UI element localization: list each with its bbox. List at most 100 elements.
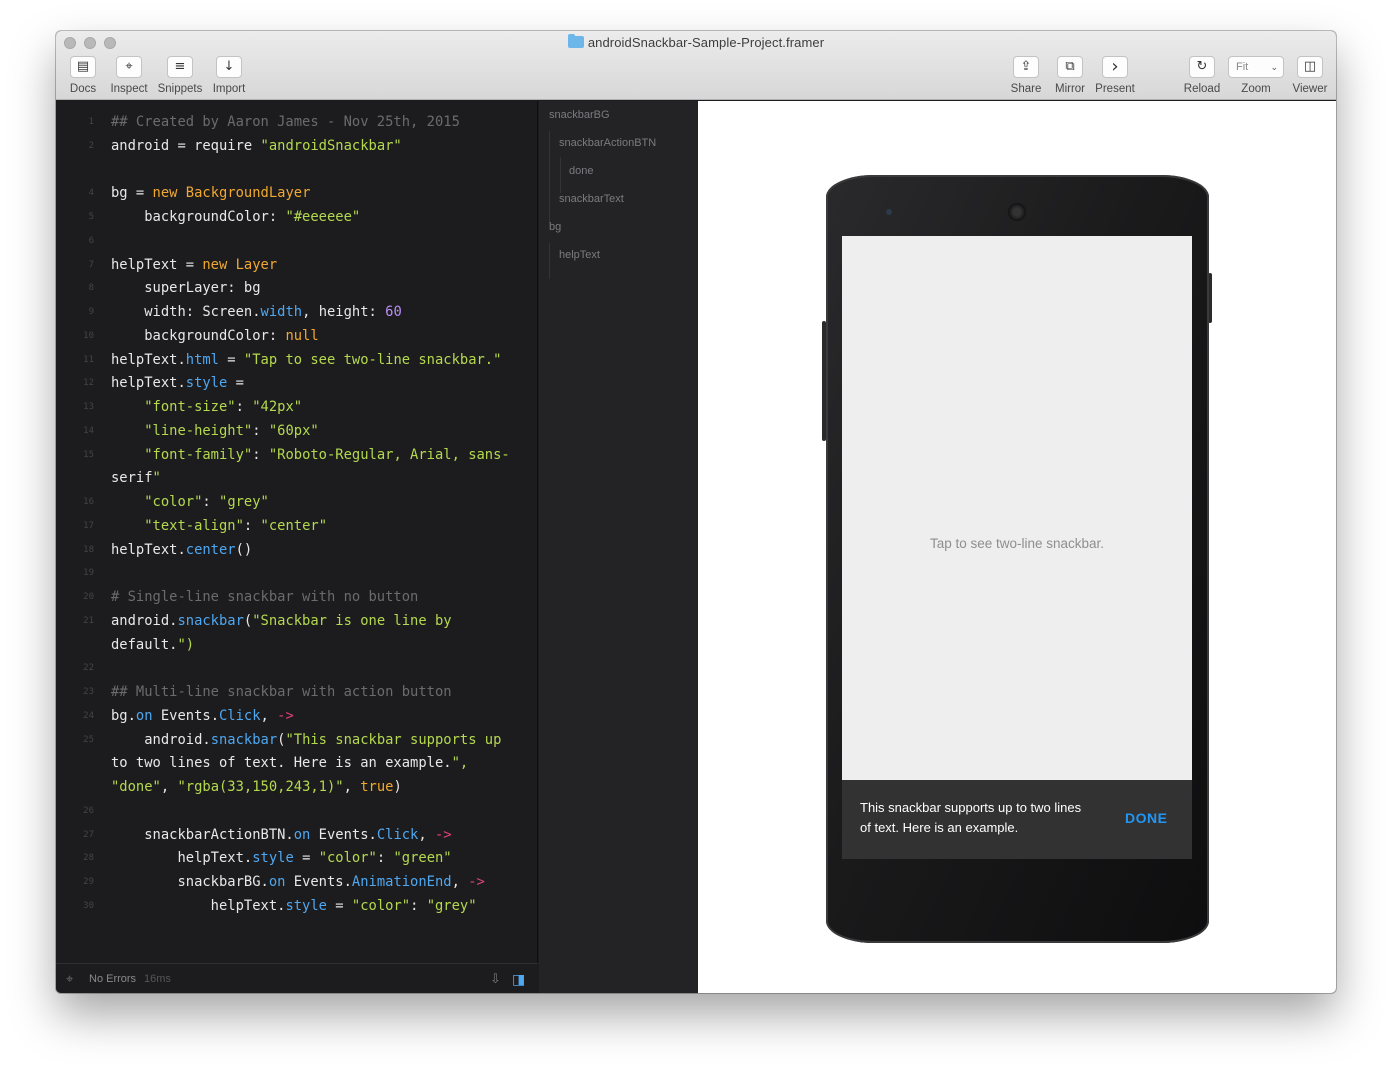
layer-item-done[interactable]: done	[569, 165, 593, 177]
line-number: 8	[88, 283, 94, 294]
code-line[interactable]: 14 "line-height": "60px"	[56, 419, 537, 443]
line-number: 15	[83, 449, 94, 460]
code-line[interactable]: 11 helpText.html = "Tap to see two-line s…	[56, 348, 537, 372]
line-number: 16	[83, 497, 94, 507]
code-text: ## Created by Aaron James - Nov 25th, 20…	[111, 114, 460, 130]
code-text: helpText.center()	[111, 541, 253, 558]
layer-item-snackbaractionbtn[interactable]: snackbarActionBTN	[559, 137, 656, 149]
code-line[interactable]: serif"	[56, 466, 537, 490]
code-line[interactable]: 2 android = require "androidSnackbar"	[56, 134, 537, 158]
reload-icon: ↻	[1189, 56, 1215, 78]
preview-canvas[interactable]: Tap to see two-line snackbar. This snack…	[698, 101, 1336, 993]
layer-tree-guide	[560, 157, 561, 193]
code-line[interactable]: to two lines of text. Here is an example…	[56, 751, 537, 775]
inspect-button[interactable]: ⌖ Inspect	[108, 56, 150, 95]
code-line[interactable]: 28 helpText.style = "color": "green"	[56, 846, 537, 870]
code-line[interactable]: 13 "font-size": "42px"	[56, 395, 537, 419]
share-label: Share	[1010, 83, 1042, 95]
code-line[interactable]: 26	[56, 799, 537, 823]
snackbar-done-button[interactable]: DONE	[1125, 810, 1167, 826]
code-line[interactable]: 6	[56, 229, 537, 253]
line-number: 19	[83, 568, 94, 579]
code-text: helpText = new Layer	[111, 256, 278, 273]
line-number: 13	[83, 402, 94, 412]
device-icon[interactable]: ⇩	[490, 964, 501, 993]
code-text: to two lines of text. Here is an example…	[111, 755, 469, 772]
reload-button[interactable]: ↻ Reload	[1182, 56, 1222, 95]
code-line[interactable]: 19	[56, 561, 537, 585]
viewer-label: Viewer	[1292, 83, 1328, 95]
code-line[interactable]: 27 snackbarActionBTN.on Events.Click, ->	[56, 823, 537, 847]
code-line[interactable]: default.")	[56, 633, 537, 657]
viewer-button[interactable]: ◫ Viewer	[1292, 56, 1328, 95]
folder-icon	[567, 34, 584, 48]
zoom-select[interactable]: Fit ⌄	[1228, 56, 1284, 78]
code-text: width: Screen.width, height: 60	[111, 304, 402, 320]
code-line[interactable]: 10 backgroundColor: null	[56, 324, 537, 348]
code-line[interactable]: 18 helpText.center()	[56, 538, 537, 562]
mirror-button[interactable]: ⧉ Mirror	[1052, 56, 1088, 95]
line-number: 22	[83, 663, 94, 674]
code-line[interactable]: 4 bg = new BackgroundLayer	[56, 181, 537, 205]
status-time: 16ms	[144, 973, 171, 985]
line-number: 25	[83, 734, 94, 745]
snippets-label: Snippets	[157, 83, 203, 95]
code-text: ## Multi-line snackbar with action butto…	[111, 684, 452, 700]
docs-button[interactable]: ▤ Docs	[66, 56, 100, 95]
line-number: 10	[83, 330, 94, 341]
code-line[interactable]: "done", "rgba(33,150,243,1)", true)	[56, 775, 537, 799]
line-number: 27	[83, 829, 94, 840]
layers-panel: snackbarBG snackbarActionBTN done snackbarT…	[539, 101, 698, 993]
toolbar: androidSnackbar-Sample-Project.framer ▤ …	[56, 31, 1336, 100]
viewer-icon: ◫	[1297, 56, 1323, 78]
code-line[interactable]: 24 bg.on Events.Click, ->	[56, 704, 537, 728]
layer-item-bg[interactable]: bg	[549, 221, 561, 233]
code-text: "done", "rgba(33,150,243,1)", true)	[111, 779, 402, 795]
line-number: 18	[83, 544, 94, 555]
sidebar-toggle-icon[interactable]: ◨	[512, 964, 525, 993]
code-line[interactable]: 12 helpText.style =	[56, 371, 537, 395]
list-icon: ≡	[167, 56, 193, 78]
code-line[interactable]: 1 ## Created by Aaron James - Nov 25th, 2…	[56, 110, 537, 134]
chevron-right-icon: ›	[1102, 56, 1128, 78]
inspect-label: Inspect	[110, 83, 148, 95]
layer-item-helptext[interactable]: helpText	[559, 249, 600, 261]
line-number: 26	[83, 805, 94, 816]
share-button[interactable]: ⇪ Share	[1008, 56, 1044, 95]
code-line[interactable]: 23 ## Multi-line snackbar with action but…	[56, 680, 537, 704]
code-line[interactable]: 16 "color": "grey"	[56, 490, 537, 514]
help-text: Tap to see two-line snackbar.	[929, 536, 1105, 551]
code-text: "line-height": "60px"	[144, 422, 319, 439]
code-line[interactable]: 25 android.snackbar("This snackbar suppo…	[56, 728, 537, 752]
code-line[interactable]	[56, 158, 537, 182]
layer-item-snackbartext[interactable]: snackbarText	[559, 193, 624, 205]
mirror-icon: ⧉	[1057, 56, 1083, 78]
code-line[interactable]: 8 superLayer: bg	[56, 276, 537, 300]
code-line[interactable]: 15 "font-family": "Roboto-Regular, Arial…	[56, 443, 537, 467]
status-bar: ⌖ No Errors 16ms ⇩ ◨	[56, 963, 538, 993]
code-line[interactable]: 21 android.snackbar("Snackbar is one line…	[56, 609, 537, 633]
crosshair-icon: ⌖	[66, 971, 74, 986]
download-arrow-icon: ↓	[216, 56, 242, 78]
code-line[interactable]: 5 backgroundColor: "#eeeeee"	[56, 205, 537, 229]
code-line[interactable]: 20 # Single-line snackbar with no button	[56, 585, 537, 609]
code-line[interactable]: 9 width: Screen.width, height: 60	[56, 300, 537, 324]
phone-screen[interactable]: Tap to see two-line snackbar.	[842, 236, 1192, 780]
code-text: snackbarActionBTN.on Events.Click, ->	[111, 826, 452, 843]
present-button[interactable]: › Present	[1092, 56, 1138, 95]
code-line[interactable]: 7 helpText = new Layer	[56, 253, 537, 277]
import-button[interactable]: ↓ Import	[210, 56, 248, 95]
code-line[interactable]: 29 snackbarBG.on Events.AnimationEnd, ->	[56, 870, 537, 894]
line-number: 11	[83, 354, 94, 365]
code-editor[interactable]: 1 ## Created by Aaron James - Nov 25th, 2…	[56, 101, 538, 963]
layer-item-snackbarbg[interactable]: snackbarBG	[549, 109, 610, 121]
layer-tree-guide	[549, 243, 550, 279]
code-line[interactable]: 17 "text-align": "center"	[56, 514, 537, 538]
code-line[interactable]: 30 helpText.style = "color": "grey"	[56, 894, 537, 918]
zoom-control[interactable]: Fit ⌄ Zoom	[1228, 56, 1284, 95]
import-label: Import	[212, 83, 246, 95]
snippets-button[interactable]: ≡ Snippets	[155, 56, 205, 95]
code-text: # Single-line snackbar with no button	[111, 589, 419, 605]
window-title: androidSnackbar-Sample-Project.framer	[56, 34, 1336, 50]
code-line[interactable]: 22	[56, 656, 537, 680]
